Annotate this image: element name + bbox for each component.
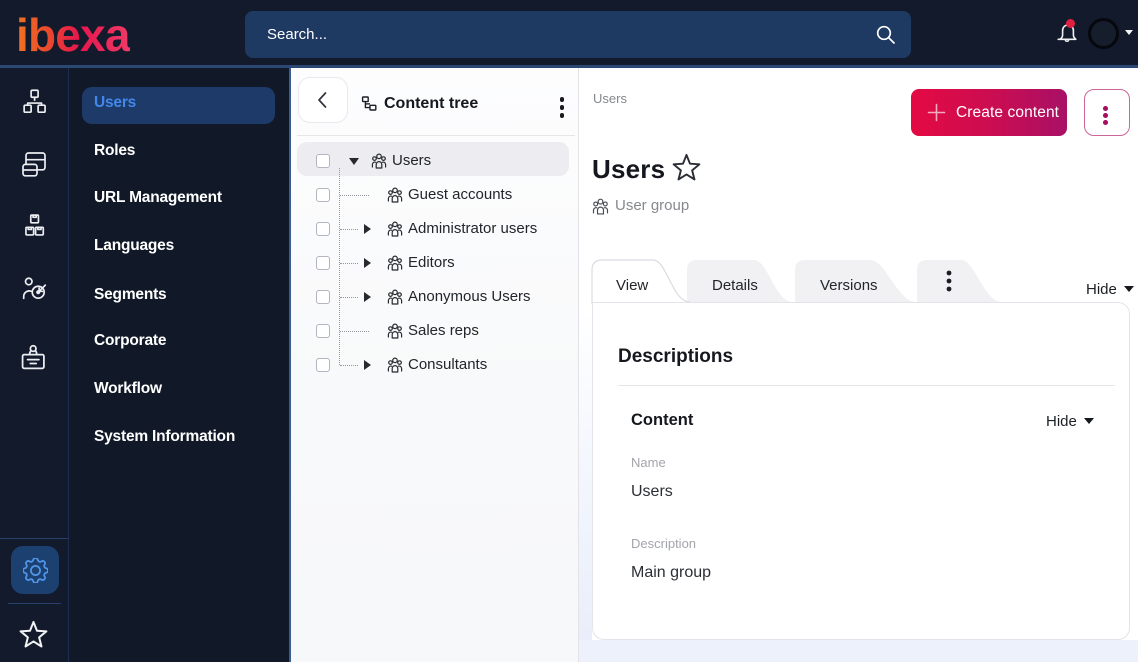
svg-text:View: View: [616, 277, 648, 294]
svg-text:Versions: Versions: [820, 277, 878, 294]
svg-text:Details: Details: [712, 277, 758, 294]
